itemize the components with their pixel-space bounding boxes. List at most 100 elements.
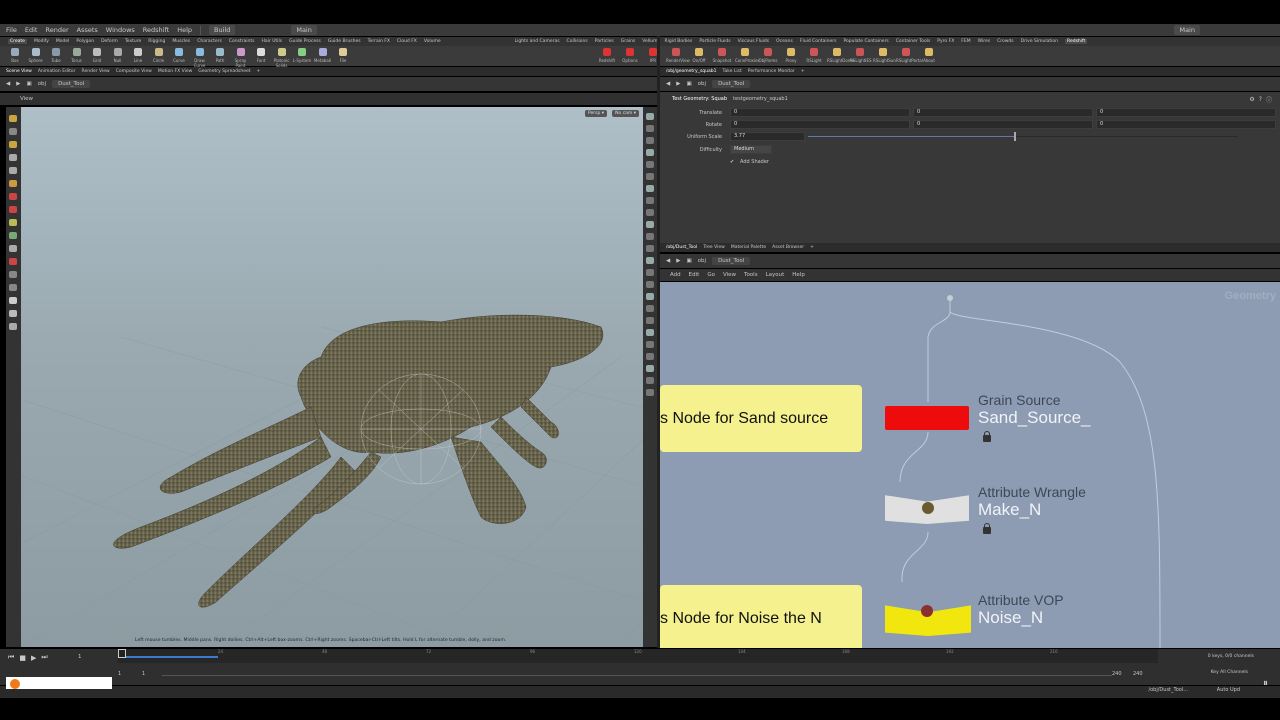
desktop-selector-build[interactable]: Build xyxy=(209,25,236,35)
range-start-field[interactable]: 1 xyxy=(118,671,121,677)
menu-assets[interactable]: Assets xyxy=(77,26,98,34)
shelf-tool-grid[interactable]: Grid xyxy=(87,48,107,63)
display-option-icon[interactable] xyxy=(646,353,654,360)
param-forward-arrow-icon[interactable]: ▶ xyxy=(676,81,680,87)
range-start2-field[interactable]: 1 xyxy=(142,671,145,677)
shelf-tool-platonic-solids[interactable]: Platonic Solids xyxy=(272,48,292,68)
shelf-tool-connproxies[interactable]: ConnProxies xyxy=(735,48,760,63)
path-root[interactable]: obj xyxy=(38,81,46,87)
sticky-note-sand[interactable]: s Node for Sand source xyxy=(660,385,862,452)
viewport-tool-icon[interactable] xyxy=(9,297,17,304)
display-option-icon[interactable] xyxy=(646,317,654,324)
viewport-tool-icon[interactable] xyxy=(9,141,17,148)
shelf-tab[interactable]: Grains xyxy=(621,39,636,44)
jump-start-icon[interactable]: ⏮ xyxy=(8,653,14,662)
shelf-tab[interactable]: Cloud FX xyxy=(397,39,417,44)
network-menu-item[interactable]: View xyxy=(723,272,736,278)
shelf-tool-path[interactable]: Path xyxy=(210,48,230,63)
shelf-tool-line[interactable]: Line xyxy=(128,48,148,63)
node-grain-source[interactable] xyxy=(885,406,969,430)
pane-tab[interactable]: Composite View xyxy=(116,69,152,74)
pane-tab[interactable]: Take List xyxy=(722,69,741,74)
shelf-tab[interactable]: Populate Containers xyxy=(843,39,888,44)
shelf-tab[interactable]: Terrain FX xyxy=(368,39,390,44)
net-path-root[interactable]: obj xyxy=(698,258,706,264)
persp-menu[interactable]: Persp ▾ xyxy=(584,110,607,117)
shelf-tool-null[interactable]: Null xyxy=(108,48,128,63)
display-option-icon[interactable] xyxy=(646,269,654,276)
stop-icon[interactable]: ■ xyxy=(19,654,26,662)
viewport-tool-icon[interactable] xyxy=(9,258,17,265)
display-option-icon[interactable] xyxy=(646,113,654,120)
help-icon[interactable]: ? xyxy=(1259,96,1262,103)
display-option-icon[interactable] xyxy=(646,389,654,396)
viewport-tool-icon[interactable] xyxy=(9,154,17,161)
range-end2-field[interactable]: 240 xyxy=(1133,671,1143,677)
pane-tab[interactable]: Render View xyxy=(82,69,110,74)
display-option-icon[interactable] xyxy=(646,377,654,384)
shelf-tab[interactable]: Container Tools xyxy=(896,39,931,44)
shelf-tab[interactable]: Crowds xyxy=(997,39,1014,44)
shelf-tool-l-system[interactable]: L-System xyxy=(292,48,312,63)
pause-icon[interactable]: ⏸ xyxy=(1263,678,1268,689)
menu-windows[interactable]: Windows xyxy=(106,26,135,34)
viewport-tool-icon[interactable] xyxy=(9,206,17,213)
shelf-tab[interactable]: Characters xyxy=(197,39,222,44)
difficulty-menu[interactable]: Medium xyxy=(730,145,772,154)
shelf-tool-snapshot[interactable]: Snapshot xyxy=(712,48,732,63)
pane-tab[interactable]: Motion FX View xyxy=(158,69,192,74)
shelf-tab[interactable]: Deform xyxy=(101,39,118,44)
viewport-tool-icon[interactable] xyxy=(9,232,17,239)
pane-tab[interactable]: Asset Browser xyxy=(772,245,804,250)
param-path-root[interactable]: obj xyxy=(698,81,706,87)
shelf-tab[interactable]: Modify xyxy=(34,39,49,44)
display-option-icon[interactable] xyxy=(646,341,654,348)
lock-icon[interactable] xyxy=(983,431,991,442)
net-back-arrow-icon[interactable]: ◀ xyxy=(666,258,670,264)
shelf-tool-proxy[interactable]: Proxy xyxy=(781,48,801,63)
viewport-tool-icon[interactable] xyxy=(9,219,17,226)
jump-end-icon[interactable]: ⏭ xyxy=(41,653,47,662)
translate-x-field[interactable]: 0 xyxy=(730,108,910,117)
shelf-tab[interactable]: Polygon xyxy=(76,39,94,44)
shelf-tool-ipr[interactable]: IPR xyxy=(643,48,663,63)
viewport-tool-icon[interactable] xyxy=(9,115,17,122)
menu-edit[interactable]: Edit xyxy=(25,26,38,34)
param-header-value[interactable]: testgeometry_squab1 xyxy=(733,96,788,102)
shelf-tool-renderview[interactable]: RenderView xyxy=(666,48,690,63)
forward-arrow-icon[interactable]: ▶ xyxy=(16,81,20,87)
shelf-tool-about[interactable]: About xyxy=(919,48,939,63)
display-option-icon[interactable] xyxy=(646,161,654,168)
timeline-ruler[interactable]: 24 48 72 96 120 144 168 192 216 xyxy=(118,649,1158,663)
shelf-tab[interactable]: Viscous Fluids xyxy=(738,39,770,44)
viewport-tool-icon[interactable] xyxy=(9,284,17,291)
shelf-tool-rslightdome[interactable]: RSLightDome xyxy=(827,48,854,63)
shelf-tool-curve[interactable]: Curve xyxy=(169,48,189,63)
network-menu-item[interactable]: Tools xyxy=(744,272,758,278)
pane-tab[interactable]: Material Palette xyxy=(731,245,766,250)
shelf-tool-font[interactable]: Font xyxy=(251,48,271,63)
add-shader-checkbox[interactable]: ✔ xyxy=(730,159,734,165)
rotate-y-field[interactable]: 0 xyxy=(913,120,1093,129)
param-path-node[interactable]: Dust_Tool xyxy=(712,80,751,88)
network-menu-item[interactable]: Add xyxy=(670,272,681,278)
shelf-tab[interactable]: Redshift xyxy=(1065,39,1088,44)
network-editor[interactable]: Geometry s Node for Sand source s Node f… xyxy=(660,282,1280,648)
shelf-tab[interactable]: Pyro FX xyxy=(937,39,954,44)
shelf-tool-rslightportal[interactable]: RSLightPortal xyxy=(896,48,923,63)
shelf-tool-file[interactable]: File xyxy=(333,48,353,63)
shelf-tab[interactable]: Constraints xyxy=(229,39,255,44)
shelf-tab[interactable]: Guide Process xyxy=(289,39,321,44)
display-option-icon[interactable] xyxy=(646,257,654,264)
shelf-tab[interactable]: Model xyxy=(56,39,70,44)
camera-menu[interactable]: No cam ▾ xyxy=(612,110,639,117)
viewport-tool-icon[interactable] xyxy=(9,323,17,330)
shelf-tool-redshift[interactable]: Redshift xyxy=(597,48,617,63)
viewport-tool-icon[interactable] xyxy=(9,128,17,135)
display-option-icon[interactable] xyxy=(646,281,654,288)
pane-tab[interactable]: Performance Monitor xyxy=(748,69,795,74)
shelf-tab[interactable]: Particles xyxy=(595,39,614,44)
display-option-icon[interactable] xyxy=(646,173,654,180)
shelf-tab[interactable]: Oceans xyxy=(776,39,793,44)
display-option-icon[interactable] xyxy=(646,305,654,312)
